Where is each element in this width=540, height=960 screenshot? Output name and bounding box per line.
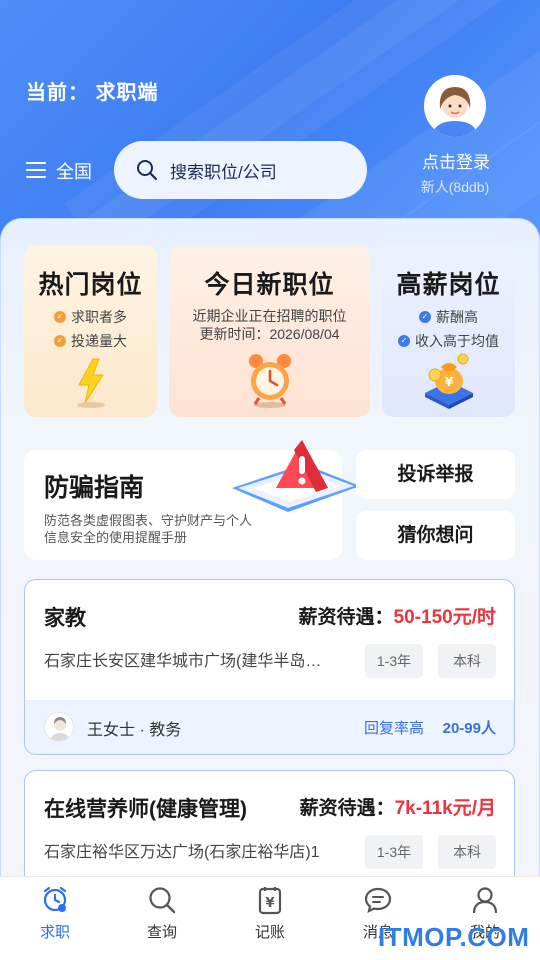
menu-icon[interactable] [26,162,46,178]
svg-text:¥: ¥ [444,375,453,389]
svg-text:¥: ¥ [265,896,274,911]
salary-label: 薪资待遇： [298,607,394,628]
salary: 薪资待遇：50-150元/时 [299,602,496,629]
ledger-icon: ¥ [258,887,282,915]
chat-icon [364,887,392,914]
update-time: 更新时间：2026/08/04 [199,326,340,342]
alarm-clock-icon [248,354,291,408]
search-icon [137,160,158,181]
tab-label: 查询 [146,924,177,941]
check-icon: ✓ [54,311,66,323]
search-icon [149,887,176,914]
user-icon [472,887,498,914]
faq-button[interactable]: 猜你想问 [356,511,515,560]
complaint-button[interactable]: 投诉举报 [356,450,515,499]
search-input[interactable]: 搜索职位/公司 [114,141,367,199]
tab-label: 求职 [39,924,70,941]
region-selector[interactable]: 全国 [56,158,92,184]
education-tag: 本科 [438,835,496,869]
job-card[interactable]: 家教 薪资待遇：50-150元/时 石家庄长安区建华城市广场(建华半岛… 1-3… [24,579,515,755]
anti-fraud-guide-card[interactable]: 防骗指南 防范各类虚假图表、守护财产与个人信息安全的使用提醒手册 [24,440,360,560]
reply-rate: 回复率高 [363,720,424,737]
recruiter-avatar [44,712,74,742]
company-size: 20-99人 [442,720,496,737]
job-search-icon [43,886,67,912]
guide-description: 防范各类虚假图表、守护财产与个人信息安全的使用提醒手册 [44,513,253,545]
card-title: 热门岗位 [38,271,143,299]
login-link[interactable]: 点击登录 [406,148,506,173]
job-title: 在线营养师(健康管理) [44,798,247,821]
card-title: 今日新职位 [204,271,335,299]
avatar[interactable] [424,75,486,137]
card-subtitle: 近期企业正在招聘的职位 [192,308,347,324]
salary: 薪资待遇：7k-11k元/月 [300,793,496,820]
high-salary-card[interactable]: 高薪岗位 ✓ 薪酬高 ✓ 收入高于均值 ¥ [382,245,515,417]
tab-ledger[interactable]: ¥ 记账 [235,885,305,942]
new-jobs-card[interactable]: 今日新职位 近期企业正在招聘的职位 更新时间：2026/08/04 [169,245,370,417]
experience-tag: 1-3年 [365,835,423,869]
search-placeholder: 搜索职位/公司 [170,162,277,182]
salary-value: 7k-11k元/月 [394,798,496,819]
user-id: 新人(8ddb) [420,179,490,195]
guide-title: 防骗指南 [44,474,145,502]
salary-label: 薪资待遇： [299,798,395,819]
warning-icon [232,440,360,512]
lightning-icon [76,358,105,408]
money-bag-icon: ¥ [424,353,473,409]
experience-tag: 1-3年 [365,644,423,678]
tab-query[interactable]: 查询 [127,885,197,942]
education-tag: 本科 [438,644,496,678]
bullet-text: 薪酬高 [436,309,478,325]
job-address: 石家庄裕华区万达广场(石家庄裕华店)1 [44,844,320,861]
job-title: 家教 [44,607,86,630]
hot-jobs-card[interactable]: 热门岗位 ✓ 求职者多 ✓ 投递量大 [24,245,157,417]
tab-job[interactable]: 求职 [20,885,90,942]
tab-label: 记账 [254,924,285,941]
recruiter-name: 王女士 · 教务 [87,722,182,739]
check-icon: ✓ [398,335,410,347]
check-icon: ✓ [419,311,431,323]
card-title: 高薪岗位 [396,271,501,299]
recruiter-row: 王女士 · 教务 回复率高 20-99人 [25,700,514,754]
mode-label[interactable]: 当前： 求职端 [26,76,159,105]
salary-value: 50-150元/时 [393,607,496,628]
bullet-text: 投递量大 [71,333,127,349]
job-address: 石家庄长安区建华城市广场(建华半岛… [44,653,322,670]
bullet-text: 收入高于均值 [415,333,499,349]
check-icon: ✓ [54,335,66,347]
bullet-text: 求职者多 [71,309,127,325]
watermark: ITMOP.COM [378,922,530,952]
